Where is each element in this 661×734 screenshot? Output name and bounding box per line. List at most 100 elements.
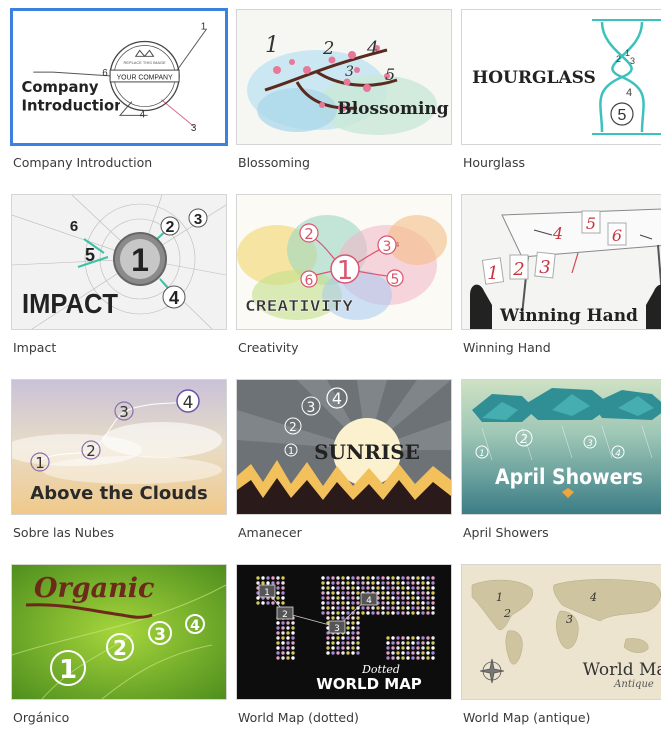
thumbnail-heading: HOURGLASS: [472, 68, 596, 88]
template-title[interactable]: Creativity: [238, 340, 299, 355]
number-label: 1: [496, 591, 503, 604]
template-card-organico[interactable]: Organic 1 2 3 4 Orgánico: [11, 564, 229, 734]
map-dot: [391, 611, 395, 615]
template-thumbnail[interactable]: 1 2 3 4 5 6 CREATIVITY: [236, 194, 452, 330]
map-dot: [326, 596, 330, 600]
map-dot: [276, 576, 280, 580]
template-title[interactable]: April Showers: [463, 525, 549, 540]
map-dot: [291, 621, 295, 625]
map-dot: [336, 646, 340, 650]
number-label: 4: [366, 38, 378, 59]
template-title[interactable]: Company Introduction: [13, 155, 152, 170]
template-card-hourglass[interactable]: HOURGLASS 1 2 3 4 5 Hourglass: [461, 9, 661, 179]
template-title[interactable]: World Map (antique): [463, 710, 590, 725]
number-label: 3: [630, 56, 635, 66]
template-card-blossoming[interactable]: 1 2 3 4 5 Blossoming Blossoming: [236, 9, 454, 179]
template-thumbnail[interactable]: 1 2 3 4 World Map Antique: [461, 564, 661, 700]
number-label: 3: [194, 211, 202, 228]
number-label: 1: [201, 22, 206, 33]
map-dot: [276, 641, 280, 645]
map-dot: [376, 581, 380, 585]
map-dot: [291, 636, 295, 640]
april-showers-thumbnail-image: 1 2 3 4 April Showers: [462, 380, 661, 514]
template-title[interactable]: Winning Hand: [463, 340, 551, 355]
template-thumbnail[interactable]: 1 2 3 4 April Showers: [461, 379, 661, 515]
map-dot: [276, 586, 280, 590]
map-dot: [401, 656, 405, 660]
number-label: 1: [131, 242, 149, 278]
map-dot: [371, 586, 375, 590]
map-dot: [401, 611, 405, 615]
template-title[interactable]: Amanecer: [238, 525, 302, 540]
map-dot: [261, 581, 265, 585]
map-dot: [406, 641, 410, 645]
map-dot: [256, 601, 260, 605]
map-dot: [346, 601, 350, 605]
world-map-antique-thumbnail-image: 1 2 3 4 World Map Antique: [462, 565, 661, 699]
map-dot: [396, 576, 400, 580]
map-dot: [356, 586, 360, 590]
map-dot: [331, 636, 335, 640]
map-dot: [396, 581, 400, 585]
template-card-impact[interactable]: 1 2 3 4 5 6 IMPACT Impact: [11, 194, 229, 364]
template-card-april-showers[interactable]: 1 2 3 4 April Showers April Showers: [461, 379, 661, 549]
map-dot: [361, 586, 365, 590]
map-dot: [421, 596, 425, 600]
map-dot: [356, 631, 360, 635]
map-dot: [356, 621, 360, 625]
map-dot: [411, 586, 415, 590]
template-card-world-map-antique[interactable]: 1 2 3 4 World Map Antique World Map (ant…: [461, 564, 661, 734]
template-card-amanecer[interactable]: SUNRISE 1 2 3 4 Amanecer: [236, 379, 454, 549]
map-dot: [331, 641, 335, 645]
template-card-sobre-las-nubes[interactable]: 1 2 3 4 Above the Clouds Sobre las Nubes: [11, 379, 229, 549]
thumbnail-heading: Above the Clouds: [30, 483, 207, 504]
map-dot: [386, 646, 390, 650]
map-dot: [326, 616, 330, 620]
template-thumbnail[interactable]: 1 2 3 4 Above the Clouds: [11, 379, 227, 515]
emblem-text: YOUR COMPANY: [117, 74, 173, 81]
map-dot: [406, 651, 410, 655]
winning-hand-thumbnail-image: 5 4 6 1 2 3 Winning Hand: [462, 195, 661, 329]
blossoming-thumbnail-image: 1 2 3 4 5 Blossoming: [237, 10, 451, 144]
map-dot: [361, 606, 365, 610]
template-card-creativity[interactable]: 1 2 3 4 5 6 CREATIVITY Creativity: [236, 194, 454, 364]
template-title[interactable]: World Map (dotted): [238, 710, 359, 725]
template-thumbnail[interactable]: YOUR COMPANY REPLACE THIS IMAGE 1 6 4 3 …: [10, 8, 228, 146]
template-thumbnail[interactable]: HOURGLASS 1 2 3 4 5: [461, 9, 661, 145]
thumbnail-heading: Blossoming: [337, 99, 448, 119]
template-title[interactable]: Impact: [13, 340, 56, 355]
template-thumbnail[interactable]: 1 2 3 4 5 6 IMPACT: [11, 194, 227, 330]
map-dot: [401, 636, 405, 640]
template-title[interactable]: Sobre las Nubes: [13, 525, 114, 540]
template-title[interactable]: Blossoming: [238, 155, 310, 170]
template-thumbnail[interactable]: SUNRISE 1 2 3 4: [236, 379, 452, 515]
template-title[interactable]: Orgánico: [13, 710, 69, 725]
map-dot: [396, 591, 400, 595]
template-thumbnail[interactable]: 1 2 3 4 5 Blossoming: [236, 9, 452, 145]
number-label: 2: [166, 219, 175, 236]
map-dot: [321, 601, 325, 605]
map-dot: [426, 591, 430, 595]
template-thumbnail[interactable]: 5 4 6 1 2 3 Winning Hand: [461, 194, 661, 330]
map-dot: [346, 651, 350, 655]
template-thumbnail[interactable]: Organic 1 2 3 4: [11, 564, 227, 700]
map-dot: [281, 591, 285, 595]
map-dot: [356, 581, 360, 585]
template-card-winning-hand[interactable]: 5 4 6 1 2 3 Winning Hand Winning Hand: [461, 194, 661, 364]
number-label: 4: [395, 241, 400, 249]
map-dot: [341, 616, 345, 620]
template-thumbnail[interactable]: 1 2 3 4 Dotted WORLD MAP: [236, 564, 452, 700]
map-dot: [431, 601, 435, 605]
map-dot: [431, 596, 435, 600]
map-dot: [336, 601, 340, 605]
number-label: 1: [265, 33, 279, 58]
number-label: 2: [304, 225, 314, 243]
map-dot: [391, 651, 395, 655]
map-dot: [411, 611, 415, 615]
map-dot: [421, 601, 425, 605]
template-card-world-map-dotted[interactable]: 1 2 3 4 Dotted WORLD MAP World Map (dott…: [236, 564, 454, 734]
map-dot: [331, 611, 335, 615]
number-label: 3: [119, 403, 129, 421]
template-card-company-introduction[interactable]: YOUR COMPANY REPLACE THIS IMAGE 1 6 4 3 …: [10, 8, 229, 179]
template-title[interactable]: Hourglass: [463, 155, 525, 170]
